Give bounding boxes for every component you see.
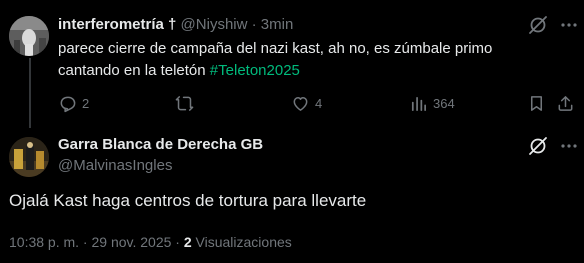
reply-handle[interactable]: @Niyshiw (181, 16, 248, 33)
bookmark-icon (530, 95, 543, 111)
like-count: 4 (315, 95, 323, 111)
retweet-button[interactable] (175, 92, 199, 114)
views-count: 364 (433, 95, 455, 111)
reply-text-line2-wrap: cantando en la teletón #Teleton2025 (58, 60, 528, 82)
views-bar-icon (411, 96, 427, 111)
reply-icon (60, 96, 76, 112)
bookmark-button[interactable] (527, 92, 546, 114)
grok-icon[interactable] (527, 14, 549, 36)
reply-action-bar: 2 4 364 (58, 92, 578, 114)
reply-author-header[interactable]: interferometría † @Niyshiw · 3min (58, 16, 293, 33)
reply-separator: · (251, 16, 257, 33)
views-button[interactable]: 364 (409, 92, 455, 114)
hashtag-link[interactable]: #Teleton2025 (210, 62, 300, 79)
post-views-label: Visualizaciones (195, 234, 292, 250)
main-handle[interactable]: @MalvinasIngles (58, 157, 172, 174)
main-post-text: Ojalá Kast haga centros de tortura para … (9, 191, 367, 210)
reply-author-avatar[interactable] (9, 16, 49, 56)
more-options-icon[interactable] (558, 14, 580, 36)
main-author-avatar[interactable] (9, 137, 49, 177)
reply-display-name[interactable]: interferometría † (58, 16, 176, 33)
share-button[interactable] (556, 92, 575, 114)
thread-connector-line (29, 58, 31, 128)
post-timestamp[interactable]: 10:38 p. m. · 29 nov. 2025 · (9, 234, 180, 250)
reply-text-line2: cantando en la teletón (58, 62, 206, 79)
main-display-name[interactable]: Garra Blanca de Derecha GB (58, 136, 263, 153)
reply-text-line1: parece cierre de campaña del nazi kast, … (58, 40, 493, 57)
more-options-icon[interactable] (558, 135, 580, 157)
post-views-count: 2 (183, 234, 192, 250)
grok-icon[interactable] (527, 135, 549, 157)
reply-time[interactable]: 3min (261, 16, 294, 33)
reply-count: 2 (82, 95, 90, 111)
heart-icon (293, 96, 308, 111)
reply-text: parece cierre de campaña del nazi kast, … (58, 38, 528, 82)
share-icon (558, 95, 573, 111)
reply-button[interactable]: 2 (58, 92, 89, 114)
like-button[interactable]: 4 (291, 92, 322, 114)
post-meta: 10:38 p. m. · 29 nov. 2025 · 2 Visualiza… (9, 234, 292, 250)
retweet-icon (175, 95, 194, 111)
